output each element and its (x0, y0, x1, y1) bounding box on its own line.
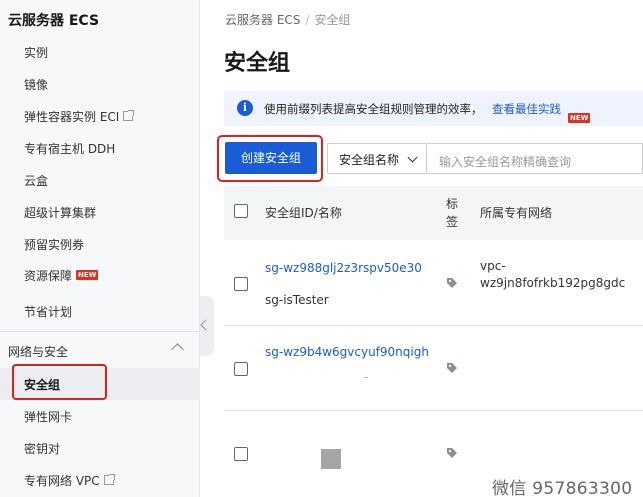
sidebar-item-images[interactable]: 镜像 (24, 74, 48, 94)
select-all-checkbox[interactable] (234, 204, 248, 218)
sidebar-divider (0, 331, 200, 332)
redacted-block (321, 449, 341, 469)
sidebar-item-cloudbox[interactable]: 云盒 (24, 170, 48, 190)
new-badge: NEW (76, 270, 99, 280)
vpc-id-line2: wz9jn8fofrkb192pg8gdc (480, 276, 626, 290)
sidebar-item-label: 预留实例券 (24, 237, 85, 252)
row-checkbox[interactable] (234, 447, 248, 461)
info-icon: i (237, 100, 253, 116)
chevron-down-icon (407, 152, 418, 163)
breadcrumb-separator: / (305, 13, 310, 27)
security-group-id-link[interactable]: sg-wz9b4w6gvcyuf90nqigh (265, 345, 429, 359)
info-new-badge: NEW (568, 105, 591, 124)
row-divider (224, 410, 643, 411)
sidebar-collapse-toggle[interactable] (200, 296, 214, 356)
sidebar-item-savings-plan[interactable]: 节省计划 (24, 301, 72, 321)
security-group-id-link[interactable]: sg-wz988glj2z3rspv50e30 (265, 261, 422, 275)
search-field-select[interactable]: 安全组名称 (327, 143, 427, 174)
breadcrumb: 云服务器 ECS / 安全组 (225, 11, 350, 28)
sidebar-item-reserved-instances[interactable]: 预留实例券 (24, 234, 84, 254)
tag-icon[interactable] (446, 447, 458, 459)
sidebar-group-network-security[interactable]: 网络与安全 (8, 343, 68, 360)
column-header-vpc: 所属专有网络 (480, 206, 553, 220)
sidebar: 云服务器 ECS 实例 镜像 弹性容器实例 ECI 专有宿主机 DDH 云盒 超… (0, 0, 200, 497)
sidebar-item-keypairs[interactable]: 密钥对 (24, 438, 60, 458)
sidebar-item-label: 专有宿主机 DDH (24, 141, 116, 156)
row-checkbox[interactable] (234, 362, 248, 376)
sidebar-item-label: 弹性容器实例 ECI (24, 109, 120, 124)
vpc-id-line1: vpc- (480, 259, 506, 273)
external-link-icon (103, 474, 115, 485)
sidebar-item-label: 密钥对 (24, 441, 61, 456)
sidebar-item-supercomputing[interactable]: 超级计算集群 (24, 202, 96, 222)
sidebar-item-label: 资源保障 (24, 268, 73, 283)
info-banner-text: 使用前缀列表提高安全组规则管理的效率， (264, 102, 483, 116)
sidebar-item-eni[interactable]: 弹性网卡 (24, 406, 72, 426)
sidebar-item-label: 云盒 (24, 173, 49, 188)
page-title: 安全组 (224, 51, 291, 76)
external-link-icon (123, 110, 135, 121)
sidebar-item-label: 超级计算集群 (24, 205, 97, 220)
search-field-select-value: 安全组名称 (339, 153, 400, 167)
best-practice-link[interactable]: 查看最佳实践 (492, 101, 561, 117)
column-header-id-name: 安全组ID/名称 (265, 206, 342, 220)
sidebar-item-label: 节省计划 (24, 304, 73, 319)
sidebar-item-label: 弹性网卡 (24, 409, 73, 424)
row-divider (224, 325, 643, 326)
sidebar-item-vpc[interactable]: 专有网络 VPC (24, 470, 115, 490)
sidebar-title: 云服务器 ECS (8, 13, 100, 29)
sidebar-item-label: 镜像 (24, 77, 49, 92)
new-badge: NEW (568, 113, 591, 123)
sidebar-item-instances[interactable]: 实例 (24, 42, 48, 62)
sidebar-item-resource-assurance[interactable]: 资源保障 NEW (24, 265, 99, 285)
row-checkbox[interactable] (234, 277, 248, 291)
security-group-name: sg-isTester (265, 293, 329, 307)
info-banner: i 使用前缀列表提高安全组规则管理的效率， 查看最佳实践 NEW (224, 91, 643, 126)
breadcrumb-parent[interactable]: 云服务器 ECS (225, 13, 300, 27)
breadcrumb-current: 安全组 (314, 13, 351, 27)
redacted-name (364, 377, 368, 378)
sidebar-item-label: 实例 (24, 45, 49, 60)
column-header-tag-line2: 签 (446, 215, 459, 229)
table-header: 安全组ID/名称 标 签 所属专有网络 (224, 186, 643, 240)
sidebar-item-label: 专有网络 VPC (24, 473, 100, 488)
sidebar-item-eci[interactable]: 弹性容器实例 ECI (24, 106, 135, 126)
search-input[interactable] (427, 143, 643, 174)
watermark: 微信 957863300 (492, 479, 633, 497)
sidebar-item-ddh[interactable]: 专有宿主机 DDH (24, 138, 115, 158)
chevron-up-icon[interactable] (171, 343, 184, 356)
tag-icon[interactable] (446, 362, 458, 374)
annotation-box-create (217, 135, 323, 182)
annotation-box-sidebar (12, 364, 107, 400)
tag-icon[interactable] (446, 277, 458, 289)
column-header-tag-line1: 标 (446, 197, 459, 211)
